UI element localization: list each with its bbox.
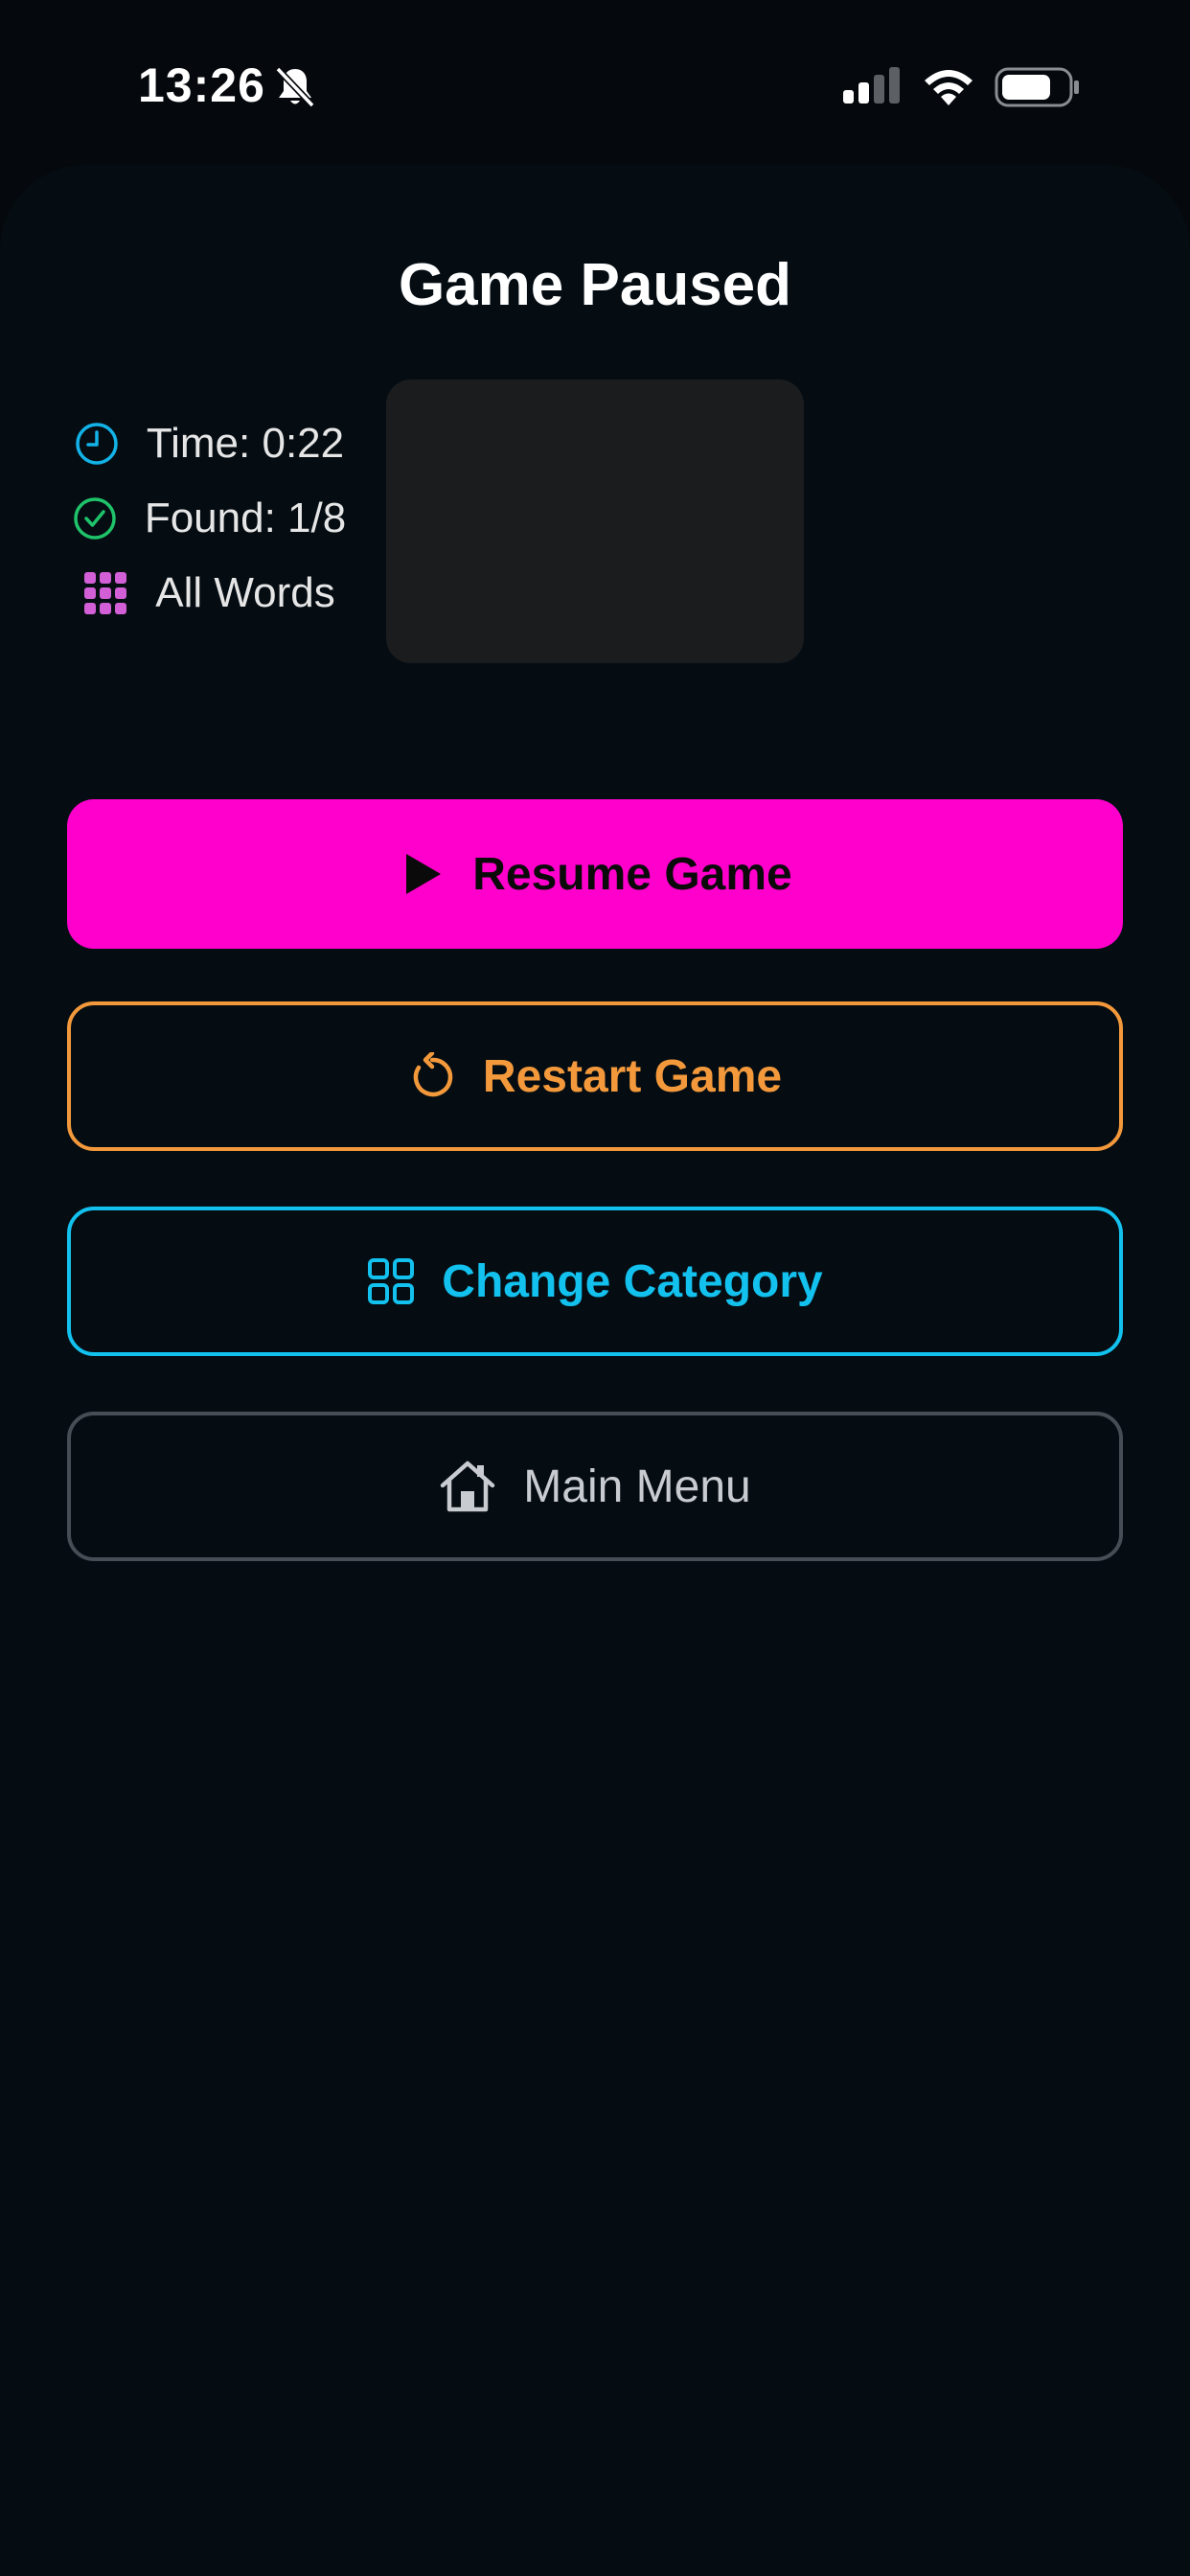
stat-found: Found: 1/8 — [0, 494, 418, 542]
battery-icon — [995, 67, 1079, 107]
resume-game-label: Resume Game — [472, 848, 792, 900]
page-title: Game Paused — [398, 252, 792, 318]
main-menu-button[interactable]: Main Menu — [67, 1412, 1123, 1561]
grid-icon — [84, 572, 127, 614]
change-category-button[interactable]: Change Category — [67, 1207, 1123, 1356]
stat-category: All Words — [0, 569, 418, 617]
home-icon — [441, 1460, 495, 1512]
stats-card — [386, 380, 804, 663]
status-time: 13:26 — [138, 58, 265, 112]
stat-time-label: Time: 0:22 — [146, 420, 345, 467]
wifi-icon — [925, 70, 973, 105]
stat-time: Time: 0:22 — [0, 420, 418, 468]
stat-category-label: All Words — [155, 569, 335, 616]
change-category-label: Change Category — [442, 1255, 823, 1307]
check-circle-icon — [74, 497, 116, 540]
resume-game-button[interactable]: Resume Game — [67, 799, 1123, 949]
restart-game-label: Restart Game — [482, 1050, 783, 1102]
play-icon — [406, 854, 442, 894]
restart-game-button[interactable]: Restart Game — [67, 1001, 1123, 1151]
category-grid-icon — [368, 1258, 415, 1304]
main-menu-label: Main Menu — [523, 1460, 751, 1512]
bell-muted-icon — [275, 66, 315, 108]
cellular-signal-icon — [843, 67, 900, 104]
restart-icon — [413, 1052, 453, 1097]
status-bar: 13:26 — [0, 0, 1190, 163]
stat-found-label: Found: 1/8 — [144, 494, 347, 541]
clock-icon — [76, 423, 118, 465]
